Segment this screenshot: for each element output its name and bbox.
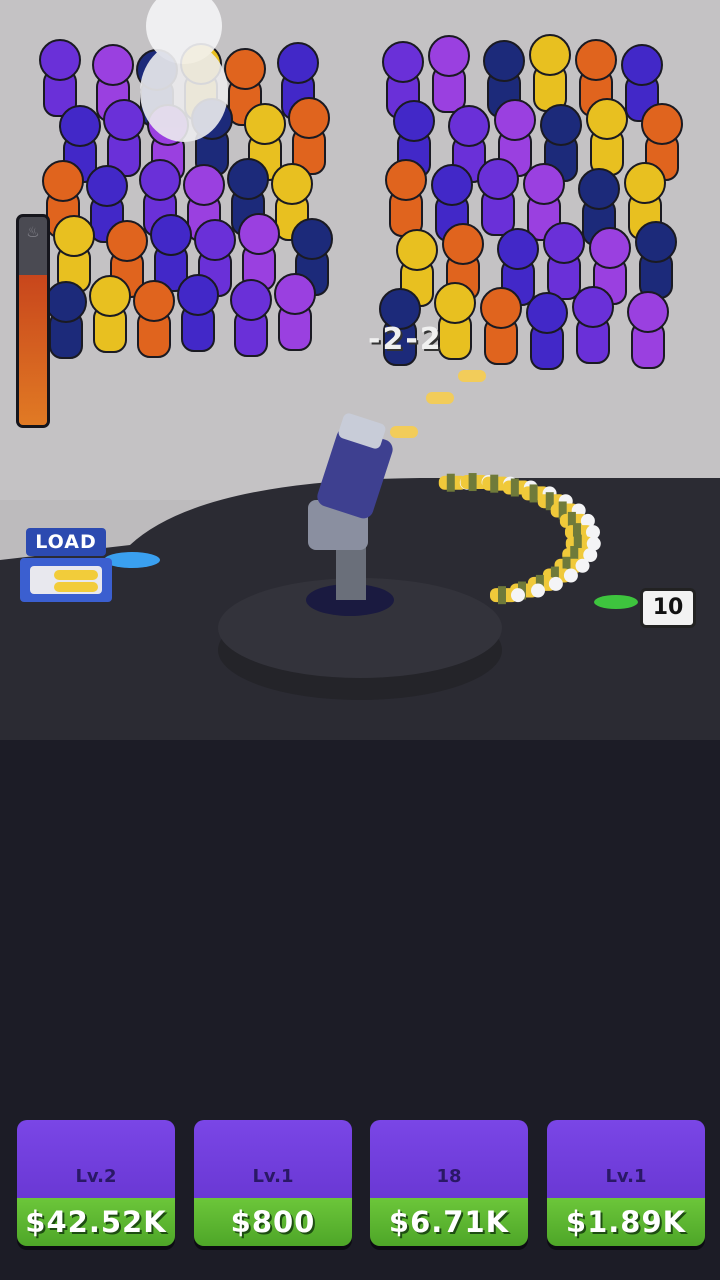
upgrade-price: $1.89K bbox=[547, 1198, 705, 1246]
upgrade-button-2[interactable]: Lv.1 $800 bbox=[194, 1120, 352, 1246]
ammo-box-icon bbox=[30, 566, 102, 594]
enemy-figure bbox=[39, 39, 81, 117]
enemy-figure bbox=[428, 35, 470, 113]
upgrade-button-4[interactable]: Lv.1 $1.89K bbox=[547, 1120, 705, 1246]
ammo-marker bbox=[594, 595, 638, 609]
enemy-figure bbox=[45, 281, 87, 359]
upgrade-price: $6.71K bbox=[370, 1198, 528, 1246]
upgrade-level: Lv.2 bbox=[75, 1166, 117, 1187]
upgrade-price: $42.52K bbox=[17, 1198, 175, 1246]
enemy-figure bbox=[230, 279, 272, 357]
upgrade-level: Lv.1 bbox=[252, 1166, 294, 1187]
damage-popup: -2-2 bbox=[368, 322, 443, 357]
upgrade-price: $800 bbox=[194, 1198, 352, 1246]
enemy-figure bbox=[133, 280, 175, 358]
ammo-counter: 10 bbox=[640, 588, 696, 628]
enemy-figure bbox=[238, 213, 280, 291]
enemy-figure bbox=[274, 273, 316, 351]
enemy-figure bbox=[529, 34, 571, 112]
projectile bbox=[458, 370, 486, 382]
load-marker bbox=[104, 552, 160, 568]
bullet bbox=[489, 586, 525, 605]
boss-enemy bbox=[140, 0, 228, 142]
enemy-figure bbox=[572, 286, 614, 364]
enemy-figure bbox=[635, 221, 677, 299]
game-stage[interactable]: ♨ LOAD 10 -2-2 Lv.2 $42.52K Lv.1 $800 18… bbox=[0, 0, 720, 1280]
load-tray bbox=[20, 558, 112, 602]
enemy-figure bbox=[53, 215, 95, 293]
upgrade-level: 18 bbox=[436, 1166, 462, 1187]
enemy-figure bbox=[627, 291, 669, 369]
enemy-figure bbox=[526, 292, 568, 370]
flame-icon: ♨ bbox=[26, 223, 40, 241]
enemy-figure bbox=[543, 222, 585, 300]
enemy-figure bbox=[385, 159, 427, 237]
enemy-figure bbox=[586, 98, 628, 176]
load-station[interactable]: LOAD bbox=[20, 528, 112, 602]
heat-meter-fill bbox=[19, 275, 47, 425]
scene-svg bbox=[0, 0, 720, 1280]
enemy-figure bbox=[477, 158, 519, 236]
projectile bbox=[390, 426, 418, 438]
upgrade-level: Lv.1 bbox=[605, 1166, 647, 1187]
load-label: LOAD bbox=[26, 528, 106, 556]
enemy-figure bbox=[480, 287, 522, 365]
upgrade-button-3[interactable]: 18 $6.71K bbox=[370, 1120, 528, 1246]
heat-meter: ♨ bbox=[16, 214, 50, 428]
upgrade-button-1[interactable]: Lv.2 $42.52K bbox=[17, 1120, 175, 1246]
enemy-figure bbox=[89, 275, 131, 353]
enemy-figure bbox=[103, 99, 145, 177]
projectile bbox=[426, 392, 454, 404]
enemy-figure bbox=[177, 274, 219, 352]
enemy-figure bbox=[288, 97, 330, 175]
